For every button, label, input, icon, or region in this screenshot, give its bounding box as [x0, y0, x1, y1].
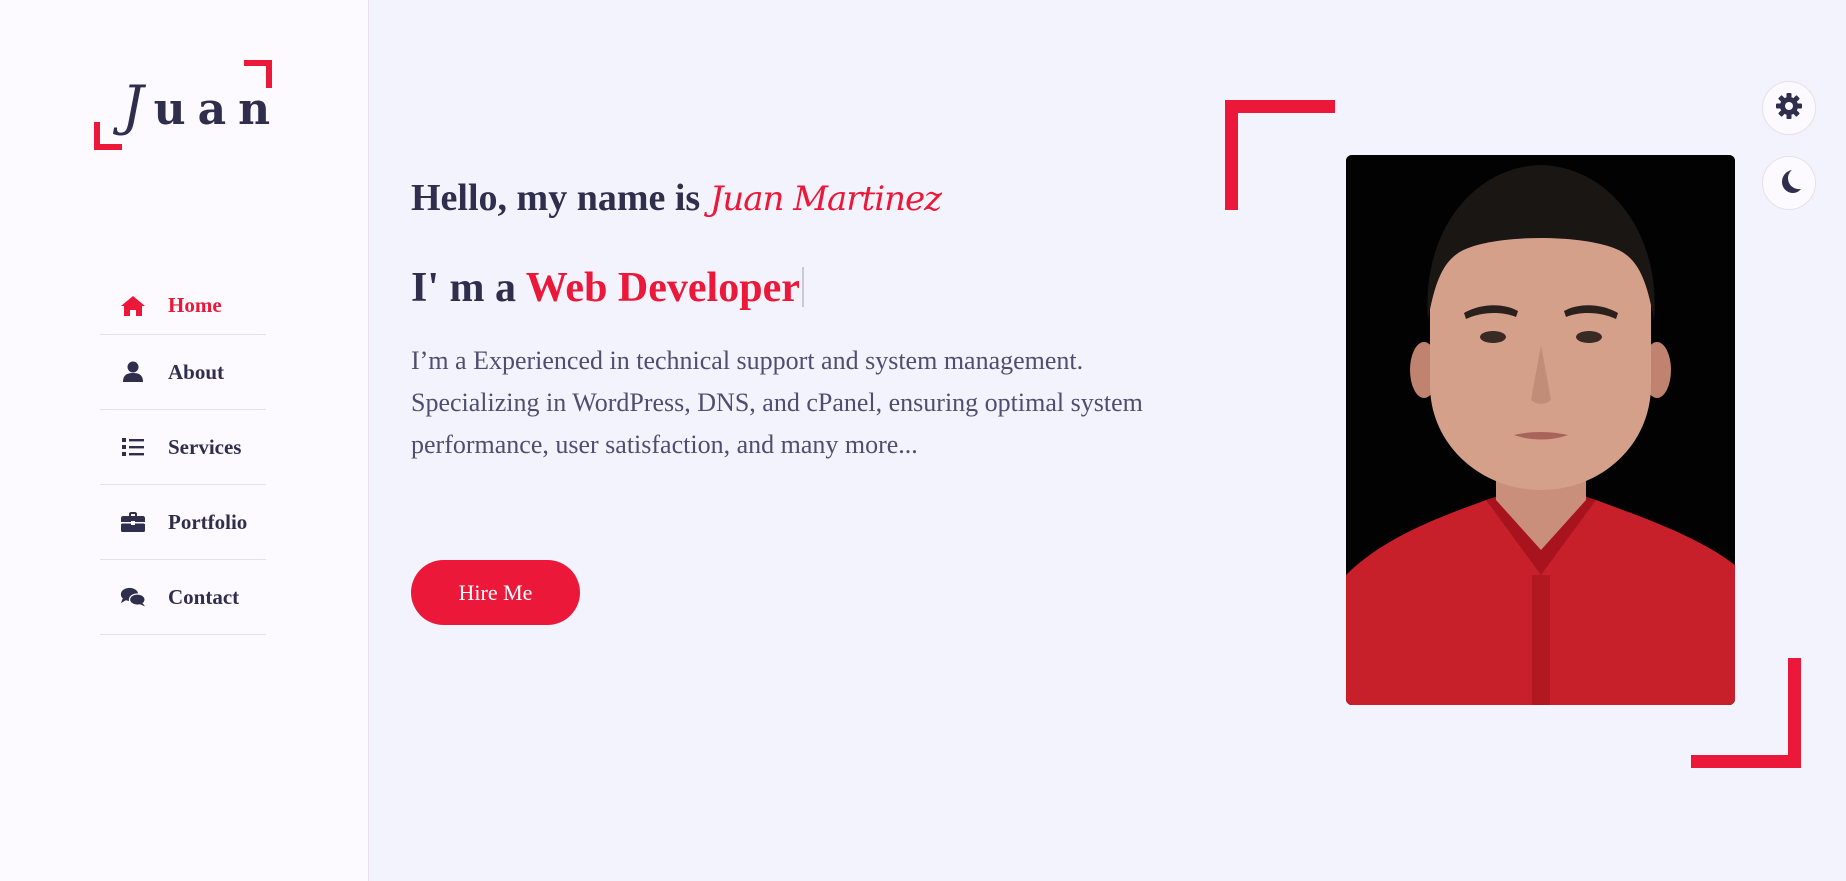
list-icon [120, 436, 146, 458]
nav-item-home[interactable]: Home [100, 277, 266, 335]
home-icon [120, 295, 146, 317]
name-highlight: Juan Martinez [709, 179, 942, 219]
nav-item-label: About [168, 359, 225, 384]
sidebar: Juan Home About Services Portfolio Conta… [0, 0, 369, 881]
nav-item-about[interactable]: About [100, 335, 266, 410]
role-highlight: Web Developer [525, 265, 800, 311]
nav-item-services[interactable]: Services [100, 410, 266, 485]
moon-icon [1776, 168, 1802, 199]
nav-item-label: Services [168, 434, 242, 459]
nav-item-label: Home [168, 293, 222, 317]
gear-icon [1775, 92, 1803, 125]
nav-item-contact[interactable]: Contact [100, 560, 266, 635]
theme-toggle-button[interactable] [1762, 156, 1816, 210]
greeting-heading: Hello, my name is Juan Martinez [411, 177, 942, 219]
comments-icon [120, 586, 146, 608]
logo[interactable]: Juan [94, 60, 272, 150]
nav-item-portfolio[interactable]: Portfolio [100, 485, 266, 560]
logo-corner-bottom-left [94, 122, 122, 150]
role-heading: I' m a Web Developer [411, 264, 804, 312]
logo-text: Juan [122, 74, 283, 137]
profile-photo [1346, 155, 1735, 705]
intro-description: I’m a Experienced in technical support a… [411, 346, 1143, 459]
nav-item-label: Contact [168, 584, 240, 609]
nav-item-label: Portfolio [168, 509, 248, 534]
user-icon [120, 361, 146, 383]
photo-frame-top-left [1225, 100, 1335, 210]
settings-button[interactable] [1762, 81, 1816, 135]
typing-cursor [801, 267, 804, 307]
main-nav: Home About Services Portfolio Contact [100, 277, 266, 635]
hire-me-button[interactable]: Hire Me [411, 560, 580, 625]
briefcase-icon [120, 511, 146, 533]
